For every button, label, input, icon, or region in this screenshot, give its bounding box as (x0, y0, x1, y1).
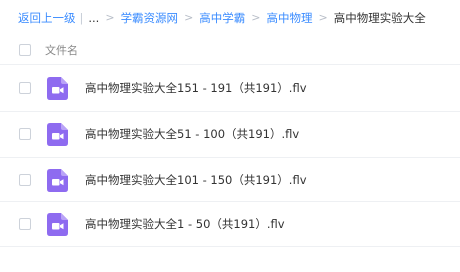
file-name[interactable]: 高中物理实验大全51 - 100（共191）.flv (85, 126, 299, 142)
breadcrumb-item-3[interactable]: 高中物理 (267, 9, 313, 27)
back-link[interactable]: 返回上一级 (18, 9, 76, 27)
chevron-right-icon: > (105, 11, 115, 24)
divider (0, 246, 460, 247)
video-file-icon (47, 213, 68, 236)
file-row[interactable]: 高中物理实验大全1 - 50（共191）.flv (0, 202, 460, 246)
file-row[interactable]: 高中物理实验大全151 - 191（共191）.flv (0, 66, 460, 110)
chevron-right-icon: > (318, 11, 328, 24)
file-name[interactable]: 高中物理实验大全1 - 50（共191）.flv (85, 216, 285, 232)
breadcrumb: 返回上一级 | ... > 学霸资源网 > 高中学霸 > 高中物理 > 高中物理… (18, 9, 426, 27)
video-file-icon (47, 169, 68, 192)
select-all-checkbox[interactable] (19, 43, 31, 56)
breadcrumb-divider: | (79, 11, 84, 25)
breadcrumb-ellipsis[interactable]: ... (88, 9, 99, 27)
video-file-icon (47, 123, 68, 146)
row-checkbox[interactable] (19, 218, 31, 230)
file-browser: 返回上一级 | ... > 学霸资源网 > 高中学霸 > 高中物理 > 高中物理… (0, 0, 460, 272)
divider (0, 64, 460, 65)
chevron-right-icon: > (251, 11, 261, 24)
row-checkbox[interactable] (19, 174, 31, 186)
list-header: 文件名 (0, 36, 460, 63)
breadcrumb-current: 高中物理实验大全 (333, 11, 426, 25)
file-row[interactable]: 高中物理实验大全51 - 100（共191）.flv (0, 112, 460, 156)
row-checkbox[interactable] (19, 128, 31, 140)
breadcrumb-item-1[interactable]: 学霸资源网 (121, 9, 179, 27)
video-file-icon (47, 77, 68, 100)
breadcrumb-item-2[interactable]: 高中学霸 (199, 9, 245, 27)
chevron-right-icon: > (184, 11, 194, 24)
file-name[interactable]: 高中物理实验大全151 - 191（共191）.flv (85, 80, 307, 96)
file-name[interactable]: 高中物理实验大全101 - 150（共191）.flv (85, 172, 307, 188)
column-header-filename[interactable]: 文件名 (45, 42, 78, 58)
row-checkbox[interactable] (19, 82, 31, 94)
file-row[interactable]: 高中物理实验大全101 - 150（共191）.flv (0, 158, 460, 202)
